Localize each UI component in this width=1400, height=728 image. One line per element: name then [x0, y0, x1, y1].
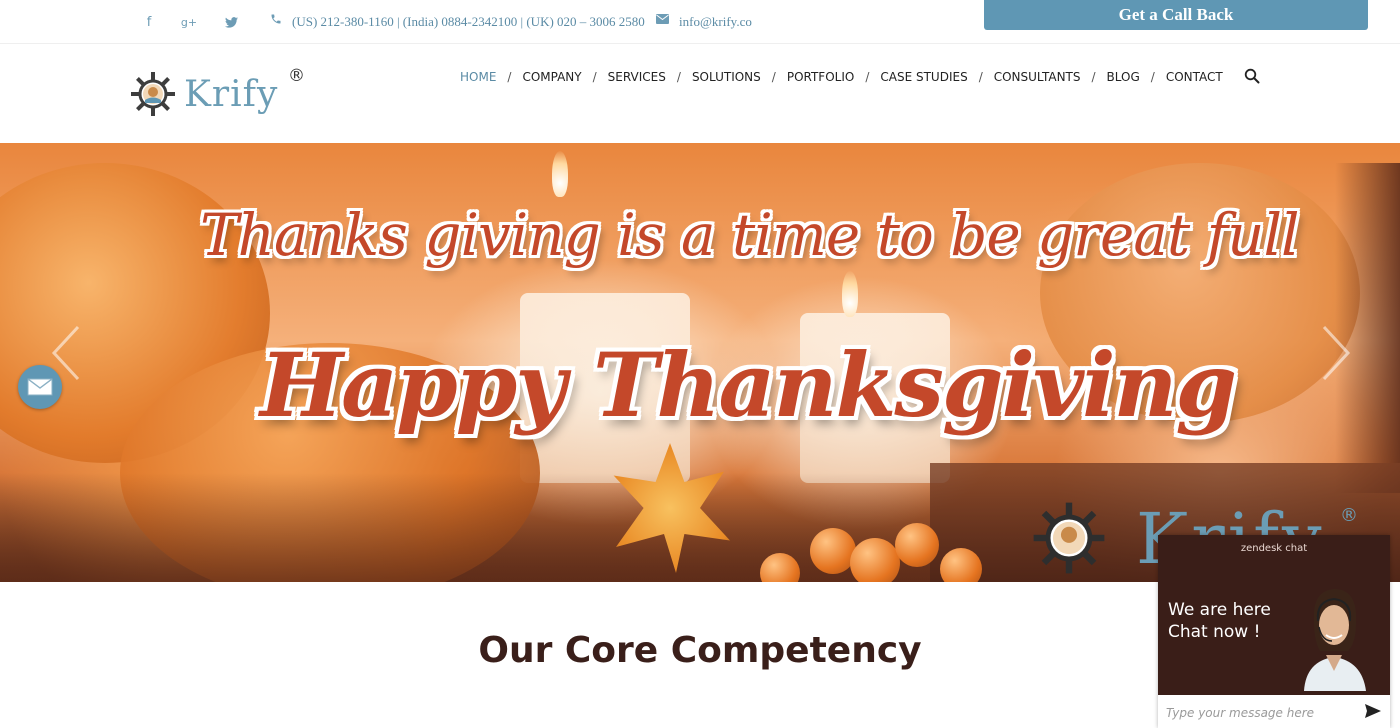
- krify-logo[interactable]: Krify ®: [130, 66, 305, 120]
- nav-item-consultants[interactable]: CONSULTANTS: [994, 70, 1081, 84]
- berry-image: [940, 548, 982, 582]
- chat-agent-avatar: [1304, 589, 1366, 691]
- nav-separator: /: [676, 70, 681, 84]
- chat-input-row: [1158, 695, 1390, 728]
- nav-separator: /: [771, 70, 776, 84]
- flame-image: [842, 271, 858, 317]
- nav-separator: /: [865, 70, 870, 84]
- registered-mark: ®: [288, 66, 305, 86]
- hero-slider: Thanks giving is a time to be great full…: [0, 143, 1400, 582]
- slider-next-arrow[interactable]: [1316, 323, 1356, 383]
- nav-separator: /: [1091, 70, 1096, 84]
- flame-image: [552, 151, 568, 197]
- berry-image: [895, 523, 939, 567]
- gear-logo-icon: [131, 72, 175, 116]
- chat-brand: zendesk chat: [1240, 543, 1308, 554]
- phone-icon: [270, 13, 282, 29]
- get-call-back-button[interactable]: Get a Call Back: [984, 0, 1368, 30]
- nav-separator: /: [1150, 70, 1155, 84]
- site-header: Krify ® HOME / COMPANY / SERVICES / SOLU…: [0, 44, 1400, 143]
- nav-item-portfolio[interactable]: PORTFOLIO: [787, 70, 855, 84]
- search-icon[interactable]: [1244, 68, 1260, 84]
- hero-subline: Happy Thanksgiving: [260, 333, 1237, 437]
- main-nav: HOME / COMPANY / SERVICES / SOLUTIONS / …: [460, 69, 1223, 85]
- mail-float-button[interactable]: [18, 365, 62, 409]
- nav-separator: /: [978, 70, 983, 84]
- nav-item-blog[interactable]: BLOG: [1107, 70, 1140, 84]
- facebook-icon[interactable]: f: [130, 0, 168, 44]
- nav-item-home[interactable]: HOME: [460, 70, 496, 84]
- nav-item-case-studies[interactable]: CASE STUDIES: [880, 70, 967, 84]
- phone-numbers: (US) 212-380-1160 | (India) 0884-2342100…: [292, 14, 645, 29]
- nav-separator: /: [592, 70, 597, 84]
- registered-mark: ®: [1340, 505, 1358, 526]
- logo-text: Krify: [184, 73, 279, 115]
- chat-message-input[interactable]: [1166, 703, 1346, 723]
- nav-item-solutions[interactable]: SOLUTIONS: [692, 70, 761, 84]
- chat-widget[interactable]: zendesk chat We are here Chat now !: [1158, 535, 1390, 728]
- envelope-icon: [27, 378, 53, 396]
- gear-logo-icon: [1033, 502, 1105, 574]
- envelope-icon: [656, 13, 669, 28]
- twitter-icon[interactable]: [212, 0, 250, 44]
- top-bar: f g+ (US) 212-380-1160 | (India) 0884-23…: [0, 0, 1400, 44]
- berry-image: [810, 528, 856, 574]
- send-icon[interactable]: [1364, 703, 1382, 719]
- hero-headline: Thanks giving is a time to be great full: [200, 201, 1300, 269]
- email-link[interactable]: info@krify.co: [679, 14, 752, 30]
- nav-item-company[interactable]: COMPANY: [522, 70, 581, 84]
- nav-item-services[interactable]: SERVICES: [608, 70, 666, 84]
- google-plus-icon[interactable]: g+: [170, 0, 208, 44]
- berry-image: [850, 538, 900, 582]
- nav-item-contact[interactable]: CONTACT: [1166, 70, 1223, 84]
- nav-separator: /: [507, 70, 512, 84]
